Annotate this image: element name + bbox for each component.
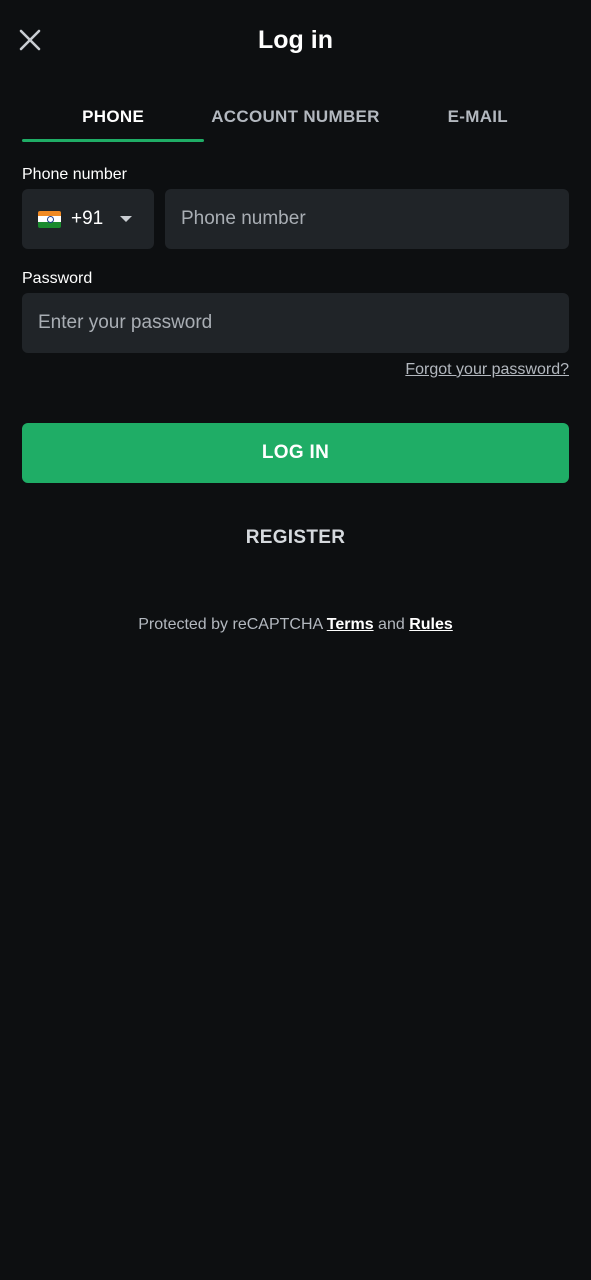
tab-account-number[interactable]: ACCOUNT NUMBER: [204, 90, 386, 144]
and-text: and: [378, 616, 405, 633]
forgot-password-link[interactable]: Forgot your password?: [405, 361, 569, 379]
terms-link[interactable]: Terms: [327, 616, 374, 633]
chevron-down-icon: [120, 216, 133, 222]
password-input[interactable]: [22, 293, 569, 353]
tab-email[interactable]: E-MAIL: [387, 90, 569, 144]
country-code: +91: [71, 208, 104, 229]
recaptcha-text: Protected by reCAPTCHA: [138, 616, 323, 633]
register-button[interactable]: REGISTER: [0, 527, 591, 549]
phone-number-input[interactable]: [165, 189, 569, 249]
header: Log in: [0, 0, 591, 82]
phone-number-label: Phone number: [22, 166, 127, 183]
login-button[interactable]: LOG IN: [22, 423, 569, 483]
password-label: Password: [22, 270, 93, 287]
recaptcha-notice: Protected by reCAPTCHA Terms and Rules: [0, 616, 591, 634]
india-flag-icon: [38, 210, 61, 228]
country-code-select[interactable]: +91: [22, 189, 154, 249]
tab-phone[interactable]: PHONE: [22, 90, 205, 144]
login-method-tabs: PHONE ACCOUNT NUMBER E-MAIL: [22, 90, 569, 144]
rules-link[interactable]: Rules: [409, 616, 453, 633]
page-title: Log in: [258, 26, 333, 54]
